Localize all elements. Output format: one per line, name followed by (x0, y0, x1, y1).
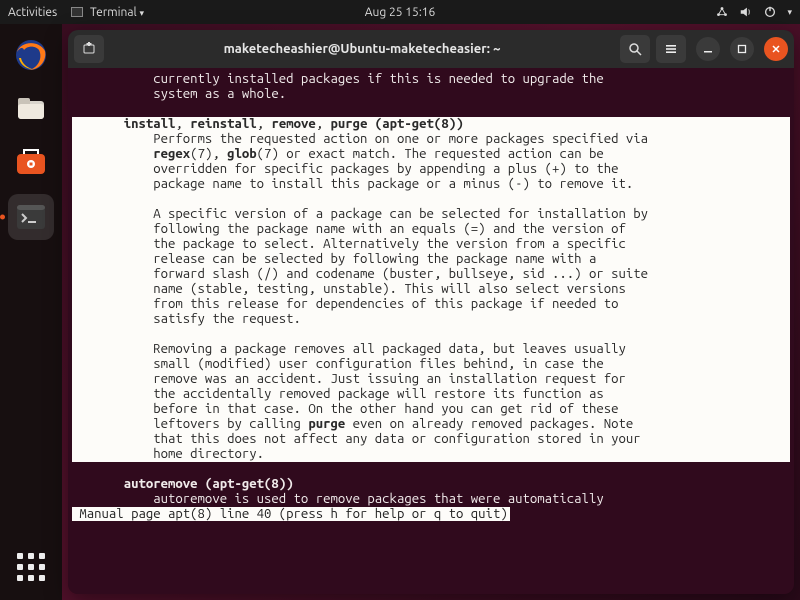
cmd-remove: remove (271, 117, 315, 131)
gnome-top-bar: Activities Terminal Aug 25 15:16 ▾ (0, 0, 800, 24)
terminal-content[interactable]: currently installed packages if this is … (68, 68, 794, 594)
cmd-purge: purge (331, 117, 368, 131)
close-button[interactable] (764, 37, 788, 61)
minimize-button[interactable] (696, 37, 720, 61)
app-menu-label: Terminal (90, 6, 137, 19)
man-text: currently installed packages if this is … (72, 72, 604, 86)
power-icon[interactable] (763, 5, 777, 19)
terminal-menu-icon (71, 7, 83, 17)
cmd-install: install (124, 117, 176, 131)
running-indicator (0, 215, 5, 220)
window-title: maketecheashier@Ubuntu-maketecheasier: ~ (110, 42, 614, 56)
man-text: autoremove is used to remove packages th… (72, 492, 604, 506)
new-tab-button[interactable] (74, 35, 104, 63)
highlighted-block: install, reinstall, remove, purge (apt-g… (72, 117, 790, 462)
show-applications-button[interactable] (8, 544, 54, 590)
clock[interactable]: Aug 25 15:16 (365, 6, 436, 19)
search-button[interactable] (620, 35, 650, 63)
titlebar: maketecheashier@Ubuntu-maketecheasier: ~ (68, 30, 794, 68)
terminal-window: maketecheashier@Ubuntu-maketecheasier: ~… (68, 30, 794, 594)
dock (0, 24, 62, 600)
network-icon[interactable] (715, 5, 729, 19)
dock-item-firefox[interactable] (8, 32, 54, 78)
desktop: maketecheashier@Ubuntu-maketecheasier: ~… (62, 24, 800, 600)
hamburger-menu-button[interactable] (656, 35, 686, 63)
dock-item-files[interactable] (8, 86, 54, 132)
chevron-down-icon[interactable]: ▾ (787, 7, 792, 18)
cmd-reinstall: reinstall (190, 117, 256, 131)
app-menu[interactable]: Terminal (71, 6, 144, 19)
manpage-status-line: Manual page apt(8) line 40 (press h for … (72, 507, 510, 521)
dock-item-terminal[interactable] (8, 194, 54, 240)
maximize-button[interactable] (730, 37, 754, 61)
dock-item-software[interactable] (8, 140, 54, 186)
man-text: system as a whole. (72, 87, 286, 101)
man-text: autoremove (apt-get(8)) (72, 477, 294, 491)
volume-icon[interactable] (739, 5, 753, 19)
activities-button[interactable]: Activities (8, 6, 57, 19)
